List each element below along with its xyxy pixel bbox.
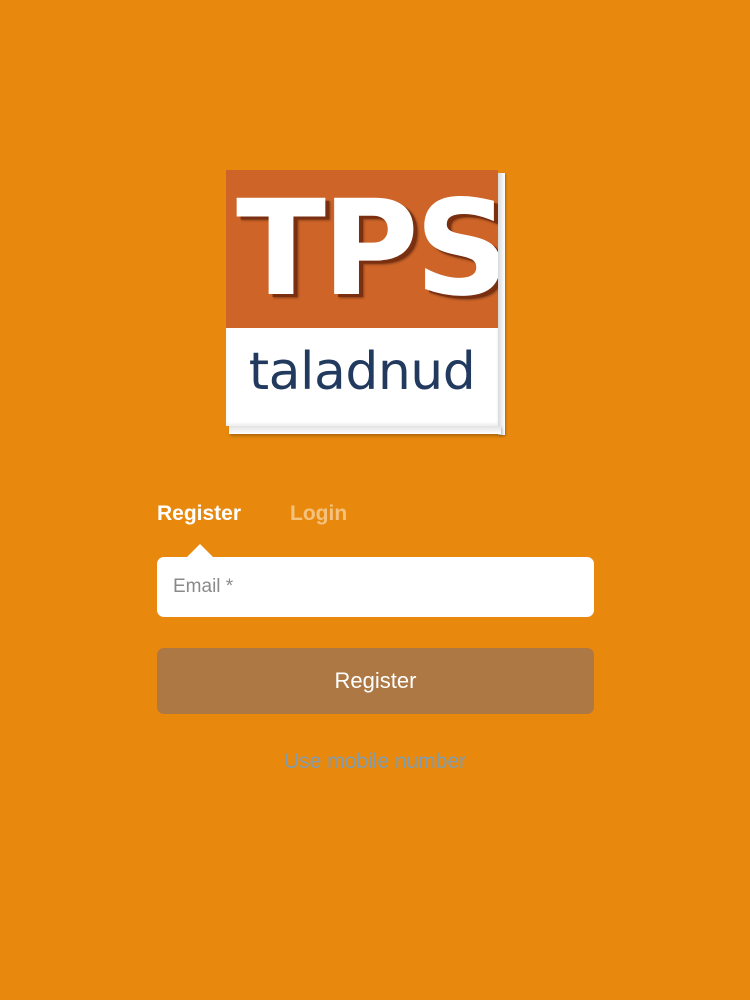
register-button[interactable]: Register — [157, 648, 594, 714]
tab-login[interactable]: Login — [290, 500, 347, 528]
app-logo: TPS taladnud — [226, 170, 505, 435]
logo-sub-text: taladnud — [248, 342, 476, 402]
logo-top-panel: TPS — [226, 170, 498, 328]
logo-main-text: TPS — [236, 172, 498, 326]
email-input[interactable] — [157, 557, 594, 617]
tab-register[interactable]: Register — [157, 500, 241, 528]
use-mobile-number-link[interactable]: Use mobile number — [0, 748, 750, 776]
active-tab-indicator — [187, 544, 213, 557]
logo-edge-bottom — [229, 426, 501, 434]
logo-edge-side — [498, 173, 505, 435]
logo-bottom-panel: taladnud — [226, 328, 498, 426]
